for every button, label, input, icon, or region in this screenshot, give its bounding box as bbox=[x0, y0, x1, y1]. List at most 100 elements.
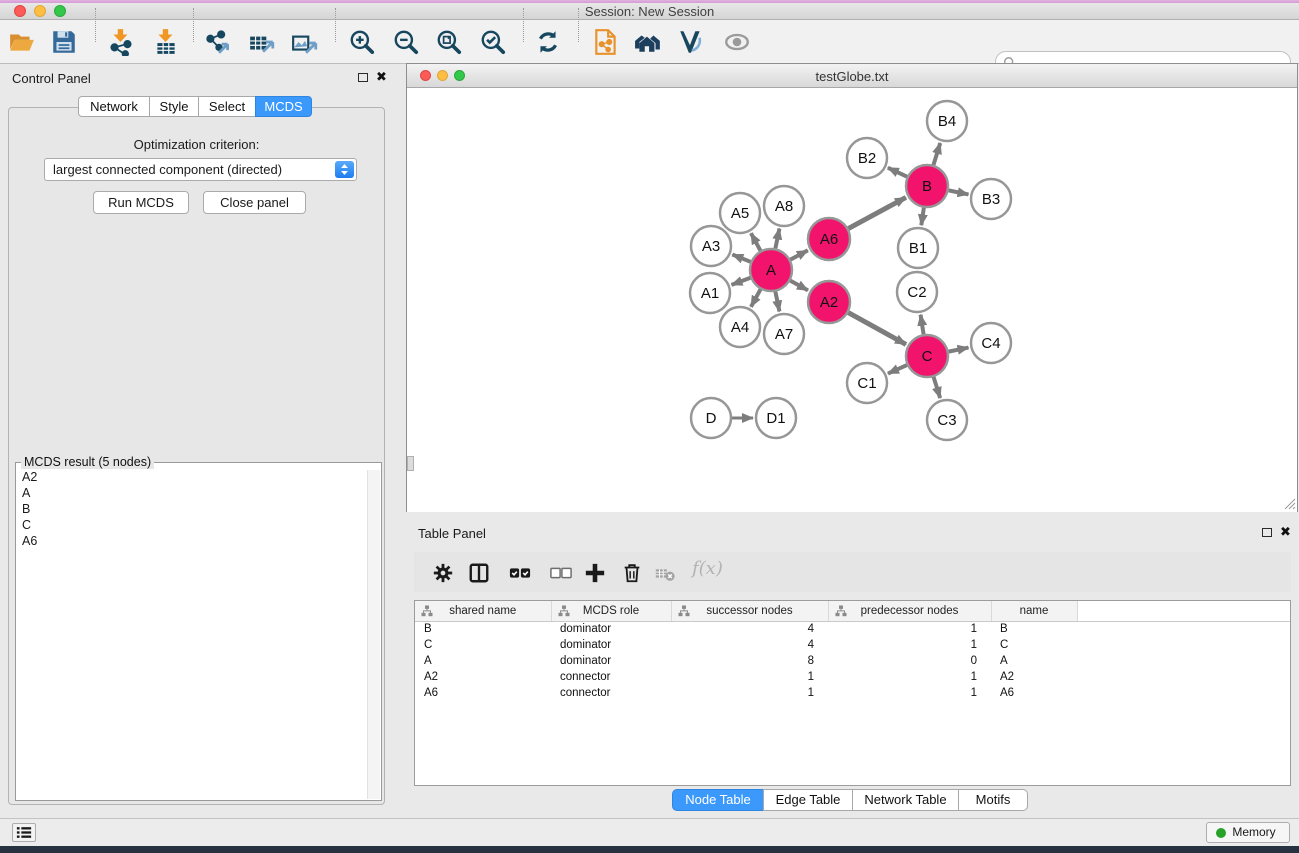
edge-A-A2[interactable] bbox=[790, 281, 808, 291]
column-header-MCDS-role[interactable]: MCDS role bbox=[551, 601, 671, 621]
table-cell[interactable]: A2 bbox=[415, 669, 551, 685]
table-cell[interactable]: 1 bbox=[828, 637, 991, 653]
close-panel-icon[interactable]: ✖ bbox=[1280, 526, 1291, 538]
run-mcds-button[interactable]: Run MCDS bbox=[93, 191, 189, 214]
node-C3[interactable]: C3 bbox=[927, 400, 967, 440]
tab-network[interactable]: Network bbox=[78, 96, 150, 117]
import-table-icon[interactable] bbox=[150, 26, 182, 58]
node-C4[interactable]: C4 bbox=[971, 323, 1011, 363]
node-B3[interactable]: B3 bbox=[971, 179, 1011, 219]
node-A1[interactable]: A1 bbox=[690, 273, 730, 313]
tab-style[interactable]: Style bbox=[149, 96, 199, 117]
memory-button[interactable]: Memory bbox=[1206, 822, 1290, 843]
function-builder-icon[interactable]: f(x) bbox=[692, 558, 723, 579]
select-stepper-icon[interactable] bbox=[335, 161, 354, 178]
tab-edge-table[interactable]: Edge Table bbox=[763, 789, 853, 811]
tab-motifs[interactable]: Motifs bbox=[958, 789, 1028, 811]
new-network-from-selection-icon[interactable] bbox=[590, 26, 622, 58]
table-cell[interactable]: A bbox=[415, 653, 551, 669]
zoom-selected-icon[interactable] bbox=[477, 26, 509, 58]
column-header-predecessor-nodes[interactable]: predecessor nodes bbox=[828, 601, 991, 621]
table-cell[interactable]: A bbox=[991, 653, 1077, 669]
node-A8[interactable]: A8 bbox=[764, 186, 804, 226]
table-cell[interactable]: 1 bbox=[828, 669, 991, 685]
table-cell[interactable]: dominator bbox=[551, 653, 671, 669]
table-cell[interactable]: 8 bbox=[671, 653, 828, 669]
table-cell[interactable]: connector bbox=[551, 669, 671, 685]
home-icon[interactable] bbox=[632, 26, 664, 58]
table-cell[interactable]: connector bbox=[551, 685, 671, 701]
edge-A-A5[interactable] bbox=[751, 233, 761, 250]
edge-C-C2[interactable] bbox=[921, 315, 924, 335]
edge-A-A7[interactable] bbox=[775, 292, 779, 312]
table-cell[interactable]: B bbox=[991, 621, 1077, 637]
export-network-icon[interactable] bbox=[203, 26, 235, 58]
table-cell[interactable]: 1 bbox=[671, 685, 828, 701]
table-cell[interactable]: C bbox=[415, 637, 551, 653]
mcds-result-list[interactable]: A2ABCA6 bbox=[16, 469, 381, 800]
edge-B-B3[interactable] bbox=[949, 190, 969, 194]
settings-icon[interactable] bbox=[430, 560, 456, 586]
edge-B-B2[interactable] bbox=[888, 168, 907, 177]
open-session-icon[interactable] bbox=[6, 26, 38, 58]
node-C[interactable]: C bbox=[906, 335, 948, 377]
edge-A-A8[interactable] bbox=[775, 229, 779, 249]
zoom-out-icon[interactable] bbox=[390, 26, 422, 58]
table-cell[interactable]: dominator bbox=[551, 637, 671, 653]
edge-A2-C[interactable] bbox=[848, 313, 906, 345]
table-cell[interactable]: C bbox=[991, 637, 1077, 653]
task-history-button[interactable] bbox=[12, 823, 36, 842]
node-B4[interactable]: B4 bbox=[927, 101, 967, 141]
mcds-result-item[interactable]: C bbox=[16, 517, 381, 533]
table-cell[interactable]: dominator bbox=[551, 621, 671, 637]
table-row[interactable]: A2connector11A2 bbox=[415, 669, 1290, 685]
tab-node-table[interactable]: Node Table bbox=[672, 789, 764, 811]
select-all-checkboxes-icon[interactable] bbox=[507, 560, 533, 586]
node-A3[interactable]: A3 bbox=[691, 226, 731, 266]
edge-C-C1[interactable] bbox=[888, 365, 907, 374]
node-D1[interactable]: D1 bbox=[756, 398, 796, 438]
node-A5[interactable]: A5 bbox=[720, 193, 760, 233]
mcds-result-item[interactable]: A6 bbox=[16, 533, 381, 549]
tab-select[interactable]: Select bbox=[198, 96, 256, 117]
edge-A-A6[interactable] bbox=[790, 250, 807, 259]
show-hide-icon[interactable] bbox=[721, 26, 753, 58]
network-canvas[interactable]: AA1A2A3A4A5A6A7A8BB1B2B3B4CC1C2C3C4DD1 bbox=[407, 88, 1297, 512]
node-A7[interactable]: A7 bbox=[764, 314, 804, 354]
table-cell[interactable]: 4 bbox=[671, 637, 828, 653]
edge-C-C3[interactable] bbox=[934, 377, 941, 398]
edge-A6-B[interactable] bbox=[848, 197, 906, 228]
table-cell[interactable]: A6 bbox=[991, 685, 1077, 701]
table-row[interactable]: A6connector11A6 bbox=[415, 685, 1290, 701]
node-B[interactable]: B bbox=[906, 165, 948, 207]
close-panel-icon[interactable]: ✖ bbox=[376, 71, 387, 83]
node-A4[interactable]: A4 bbox=[720, 307, 760, 347]
float-panel-icon[interactable] bbox=[1262, 528, 1272, 537]
zoom-fit-icon[interactable] bbox=[433, 26, 465, 58]
table-cell[interactable]: 0 bbox=[828, 653, 991, 669]
edge-B-B4[interactable] bbox=[933, 143, 940, 165]
tab-network-table[interactable]: Network Table bbox=[852, 789, 959, 811]
resize-grip[interactable] bbox=[1283, 497, 1296, 510]
node-table[interactable]: shared nameMCDS rolesuccessor nodesprede… bbox=[414, 600, 1291, 786]
node-B1[interactable]: B1 bbox=[898, 228, 938, 268]
table-cell[interactable]: A6 bbox=[415, 685, 551, 701]
node-A[interactable]: A bbox=[750, 249, 792, 291]
column-header-name[interactable]: name bbox=[991, 601, 1077, 621]
table-cell[interactable]: A2 bbox=[991, 669, 1077, 685]
delete-selected-icon[interactable] bbox=[619, 560, 645, 586]
mcds-result-item[interactable]: B bbox=[16, 501, 381, 517]
column-header-successor-nodes[interactable]: successor nodes bbox=[671, 601, 828, 621]
close-panel-button[interactable]: Close panel bbox=[203, 191, 306, 214]
refresh-layout-icon[interactable] bbox=[532, 26, 564, 58]
tab-mcds[interactable]: MCDS bbox=[255, 96, 312, 117]
edge-A-A1[interactable] bbox=[732, 278, 751, 285]
table-row[interactable]: Bdominator41B bbox=[415, 621, 1290, 637]
edge-A-A4[interactable] bbox=[751, 289, 761, 306]
vizmapper-icon[interactable] bbox=[675, 26, 707, 58]
table-cell[interactable]: B bbox=[415, 621, 551, 637]
add-column-icon[interactable] bbox=[582, 560, 608, 586]
deselect-all-checkboxes-icon[interactable] bbox=[548, 560, 574, 586]
delete-table-icon[interactable] bbox=[652, 560, 678, 586]
node-B2[interactable]: B2 bbox=[847, 138, 887, 178]
